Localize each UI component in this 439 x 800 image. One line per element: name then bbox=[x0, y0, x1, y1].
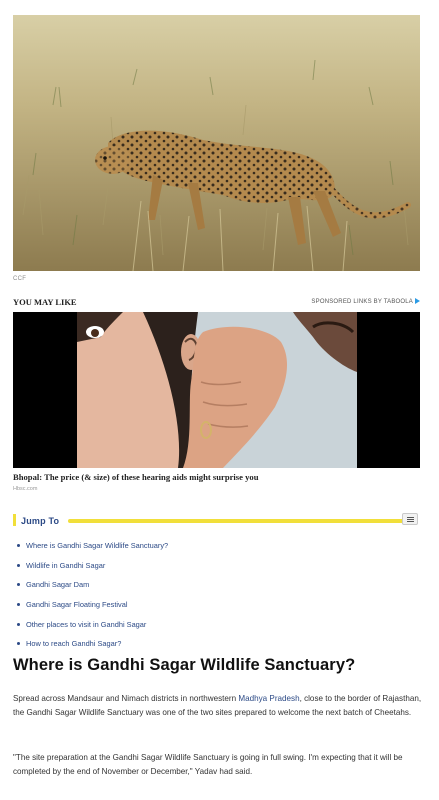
jump-to-title: Jump To bbox=[21, 516, 60, 526]
bullet-icon bbox=[17, 544, 20, 548]
jump-link[interactable]: Gandhi Sagar Floating Festival bbox=[17, 595, 168, 615]
hero-image bbox=[13, 15, 420, 271]
article-paragraph: "The site preparation at the Gandhi Saga… bbox=[13, 753, 403, 776]
you-may-like-header: YOU MAY LIKE SPONSORED LINKS BY TABOOLA bbox=[13, 297, 420, 309]
cheetah-illustration bbox=[13, 15, 420, 271]
jump-to-accent-bar bbox=[13, 514, 16, 526]
ad-source: Hbsc.com bbox=[13, 486, 38, 492]
you-may-like-title: YOU MAY LIKE bbox=[13, 297, 77, 307]
jump-link[interactable]: Other places to visit in Gandhi Sagar bbox=[17, 614, 168, 634]
jump-to-box: Jump To Where is Gandhi Sagar Wildlife S… bbox=[13, 511, 420, 648]
bullet-icon bbox=[17, 563, 20, 567]
jump-to-divider bbox=[68, 519, 404, 523]
sponsored-links-text: SPONSORED LINKS BY TABOOLA bbox=[311, 299, 413, 305]
taboola-icon bbox=[415, 298, 420, 304]
jump-link[interactable]: Where is Gandhi Sagar Wildlife Sanctuary… bbox=[17, 536, 168, 556]
jump-link[interactable]: Wildlife in Gandhi Sagar bbox=[17, 556, 168, 576]
article-paragraph: Spread across Mandsaur and Nimach distri… bbox=[13, 694, 422, 717]
hearing-aid-photo bbox=[13, 312, 420, 468]
toc-toggle-button[interactable] bbox=[402, 513, 418, 525]
image-credit: CCF bbox=[13, 276, 27, 282]
bullet-icon bbox=[17, 622, 20, 626]
jump-link[interactable]: Gandhi Sagar Dam bbox=[17, 575, 168, 595]
sponsored-ad-image[interactable] bbox=[13, 312, 420, 468]
bullet-icon bbox=[17, 642, 20, 646]
jump-to-list: Where is Gandhi Sagar Wildlife Sanctuary… bbox=[17, 536, 168, 654]
section-heading: Where is Gandhi Sagar Wildlife Sanctuary… bbox=[13, 656, 356, 674]
sponsored-links-label[interactable]: SPONSORED LINKS BY TABOOLA bbox=[311, 298, 420, 305]
bullet-icon bbox=[17, 603, 20, 607]
bullet-icon bbox=[17, 583, 20, 587]
ad-headline-link[interactable]: Bhopal: The price (& size) of these hear… bbox=[13, 472, 258, 482]
jump-link[interactable]: How to reach Gandhi Sagar? bbox=[17, 634, 168, 654]
madhya-pradesh-link[interactable]: Madhya Pradesh bbox=[238, 694, 299, 703]
